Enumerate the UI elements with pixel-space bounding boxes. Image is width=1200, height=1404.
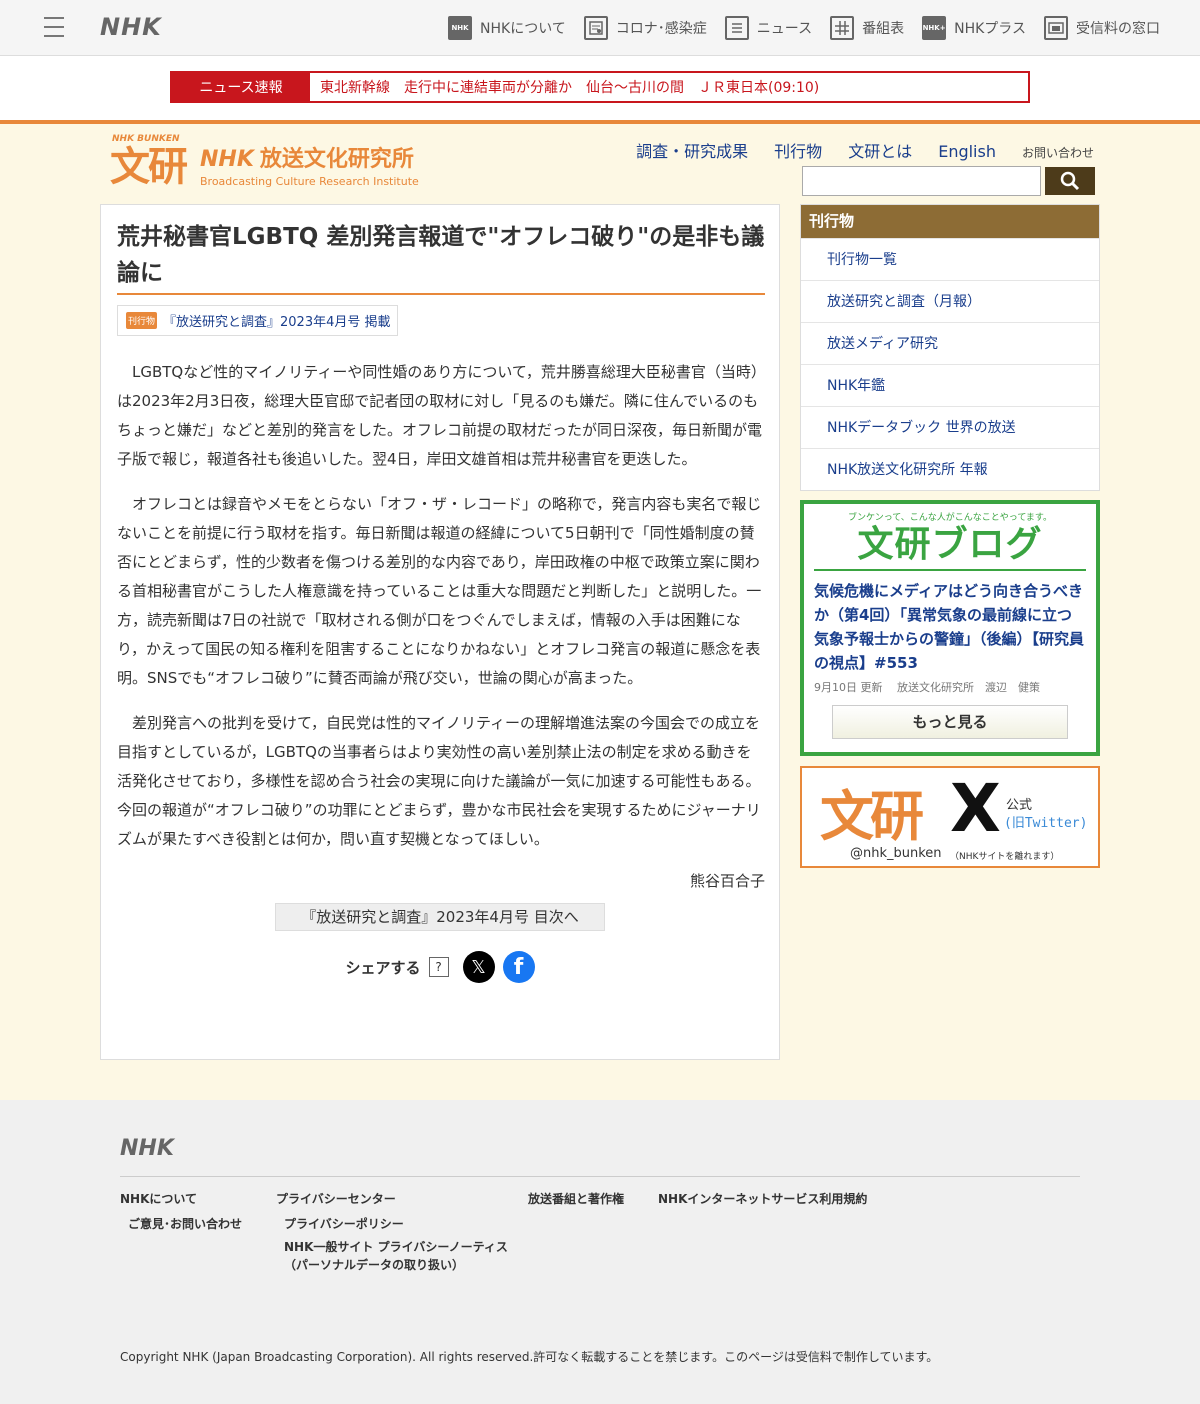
footer-nhk-logo[interactable]: NHK [120,1136,174,1161]
site-search [802,166,1095,196]
sidebar-item-monthly-report[interactable]: 放送研究と調査（月報） [801,280,1099,322]
article-paragraph: 差別発言への批判を受けて，自民党は性的マイノリティーの理解増進法案の今国会での成… [117,714,761,848]
institute-en: Broadcasting Culture Research Institute [200,175,419,188]
sidebar-item-publication-list[interactable]: 刊行物一覧 [801,238,1099,280]
sidebar-item-media-research[interactable]: 放送メディア研究 [801,322,1099,364]
bunken-site: NHK BUNKEN 文研 NHK 放送文化研究所 Broadcasting Cu… [0,120,1200,1100]
publications-menu-title: 刊行物 [801,205,1099,238]
article-body: LGBTQなど性的マイノリティーや同性婚のあり方について，荒井勝喜総理大臣秘書官… [117,358,765,854]
bunken-mark-small: NHK BUNKEN [112,134,180,144]
bunken-logo[interactable]: NHK BUNKEN 文研 NHK 放送文化研究所 Broadcasting Cu… [110,134,419,190]
news-icon [724,16,749,40]
reception-fee-icon [1044,16,1068,40]
footer-link-privacy-center[interactable]: プライバシーセンター [276,1190,396,1208]
publication-text: 『放送研究と調査』2023年4月号 掲載 [163,315,391,330]
x-logo-icon: X [950,770,1001,847]
footer-link-feedback[interactable]: ご意見･お問い合わせ [128,1215,242,1233]
site-nav-about[interactable]: 文研とは [848,138,912,162]
article-author: 熊谷百合子 [689,872,765,890]
blog-divider [814,569,1086,571]
global-nav-label: コロナ･感染症 [615,21,707,37]
footer-link-personal-data[interactable]: （パーソナルデータの取り扱い） [284,1256,464,1274]
footer-link-internet-terms[interactable]: NHKインターネットサービス利用規約 [658,1190,867,1208]
sidebar-item-annual-report[interactable]: NHK放送文化研究所 年報 [801,448,1099,490]
institute-name: NHK 放送文化研究所 Broadcasting Culture Research… [200,141,419,190]
global-nav-label: ニュース [756,21,813,37]
site-nav-research[interactable]: 調査・研究成果 [636,138,748,162]
article-title: 荒井秘書官LGBTQ 差別発言報道で"オフレコ破り"の是非も議論に [117,219,765,295]
sidebar-item-yearbook[interactable]: NHK年鑑 [801,364,1099,406]
breaking-news-area: ニュース速報 東北新幹線 走行中に連結車両が分離か 仙台～古川の間 ＪＲ東日本(… [0,56,1200,120]
publication-badge: 刊行物 [126,312,158,329]
breaking-news-text[interactable]: 東北新幹線 走行中に連結車両が分離か 仙台～古川の間 ＪＲ東日本(09:10) [310,73,819,101]
blog-logo-bunken: 文研 [857,524,932,565]
footer-link-about-nhk[interactable]: NHKについて [120,1190,197,1208]
site-nav: 調査・研究成果 刊行物 文研とは English お問い合わせ [636,138,1094,162]
footer-link-privacy-policy[interactable]: プライバシーポリシー [284,1215,404,1233]
article-card: 荒井秘書官LGBTQ 差別発言報道で"オフレコ破り"の是非も議論に 刊行物 『放… [100,204,780,1060]
publication-tag[interactable]: 刊行物 『放送研究と調査』2023年4月号 掲載 [117,305,398,336]
search-input[interactable] [802,166,1041,196]
toc-button[interactable]: 『放送研究と調査』2023年4月号 目次へ [275,903,605,931]
bunken-blog-box: ブンケンって、こんな人がこんなことやってます。 文研ブログ 気候危機にメディアは… [800,500,1100,756]
program-guide-icon [830,16,855,40]
global-nav-news[interactable]: ニュース [724,16,813,40]
share-area: シェアする ? 𝕏 f [117,951,763,983]
nhk-icon: NHK [448,16,473,40]
global-nav-label: 番組表 [862,21,905,37]
share-label: シェアする [345,958,421,977]
publications-menu: 刊行物 刊行物一覧 放送研究と調査（月報） 放送メディア研究 NHK年鑑 NHK… [800,204,1100,491]
global-nav-corona[interactable]: コロナ･感染症 [583,16,707,40]
x-banner-official: 公式 [1006,798,1033,813]
blog-post-title[interactable]: 気候危機にメディアはどう向き合うべきか（第4回）「異常気象の最前線に立つ気象予報… [814,579,1086,675]
blog-more-button[interactable]: もっと見る [832,705,1068,739]
site-nav-contact[interactable]: お問い合わせ [1022,144,1094,161]
breaking-news-label: ニュース速報 [172,73,310,101]
global-nav-program-guide[interactable]: 番組表 [830,16,904,40]
global-nav-label: NHKプラス [954,21,1026,37]
x-share-icon[interactable]: 𝕏 [462,951,495,983]
footer-divider [120,1176,1080,1177]
article-paragraph: LGBTQなど性的マイノリティーや同性婚のあり方について，荒井勝喜総理大臣秘書官… [117,363,763,468]
help-icon[interactable]: ? [428,957,449,977]
blog-tagline: ブンケンって、こんな人がこんなことやってます。 [847,513,1053,523]
footer: NHK NHKについて ご意見･お問い合わせ プライバシーセンター プライバシー… [0,1100,1200,1404]
search-icon [1060,171,1080,191]
search-button[interactable] [1045,167,1095,195]
site-nav-english[interactable]: English [938,142,996,161]
institute-jp: 放送文化研究所 [259,147,414,172]
bunken-mark-big: 文研 [110,144,188,190]
sidebar-item-databook[interactable]: NHKデータブック 世界の放送 [801,406,1099,448]
blog-logo-blog: ブログ [931,524,1043,565]
corona-icon [583,16,608,40]
x-banner-bunken: 文研 [820,785,924,848]
institute-nhk: NHK [200,147,254,172]
hamburger-menu-icon[interactable] [44,17,64,37]
global-nav-about-nhk[interactable]: NHK NHKについて [448,16,566,40]
x-official-banner[interactable]: 文研 X 公式 (旧Twitter) @nhk_bunken （NHKサイトを離… [800,766,1100,868]
nhk-plus-icon: NHK+ [922,16,947,40]
footer-link-privacy-notice[interactable]: NHK一般サイト プライバシーノーティス [284,1238,508,1256]
breaking-news-bar: ニュース速報 東北新幹線 走行中に連結車両が分離か 仙台～古川の間 ＪＲ東日本(… [170,71,1030,103]
site-nav-publications[interactable]: 刊行物 [774,138,822,162]
global-nav-reception-fee[interactable]: 受信料の窓口 [1044,16,1160,40]
global-nav: NHK NHKについて コロナ･感染症 ニュース 番組表 NHK+ NHKプラス [448,0,1160,56]
facebook-share-icon[interactable]: f [502,951,535,983]
global-header: NHK NHK NHKについて コロナ･感染症 ニュース 番組表 NHK+ NH… [0,0,1200,56]
global-nav-label: 受信料の窓口 [1076,21,1160,37]
x-banner-handle: @nhk_bunken [850,846,942,861]
nhk-logo[interactable]: NHK [100,13,162,41]
footer-link-copyright[interactable]: 放送番組と著作権 [528,1190,624,1208]
x-banner-note: （NHKサイトを離れます） [950,852,1060,862]
global-nav-nhk-plus[interactable]: NHK+ NHKプラス [922,16,1026,40]
article-paragraph: オフレコとは録音やメモをとらない「オフ・ザ・レコード」の略称で，発言内容も実名で… [117,495,762,687]
bunken-mark: NHK BUNKEN 文研 [110,134,194,190]
blog-logo[interactable]: 文研ブログ [814,523,1086,567]
blog-post-meta: 9月10日 更新 放送文化研究所 渡辺 健策 [814,681,1040,694]
x-banner-old-name: (旧Twitter) [1004,816,1088,831]
global-nav-label: NHKについて [480,21,566,37]
footer-copyright: Copyright NHK (Japan Broadcasting Corpor… [120,1350,939,1364]
